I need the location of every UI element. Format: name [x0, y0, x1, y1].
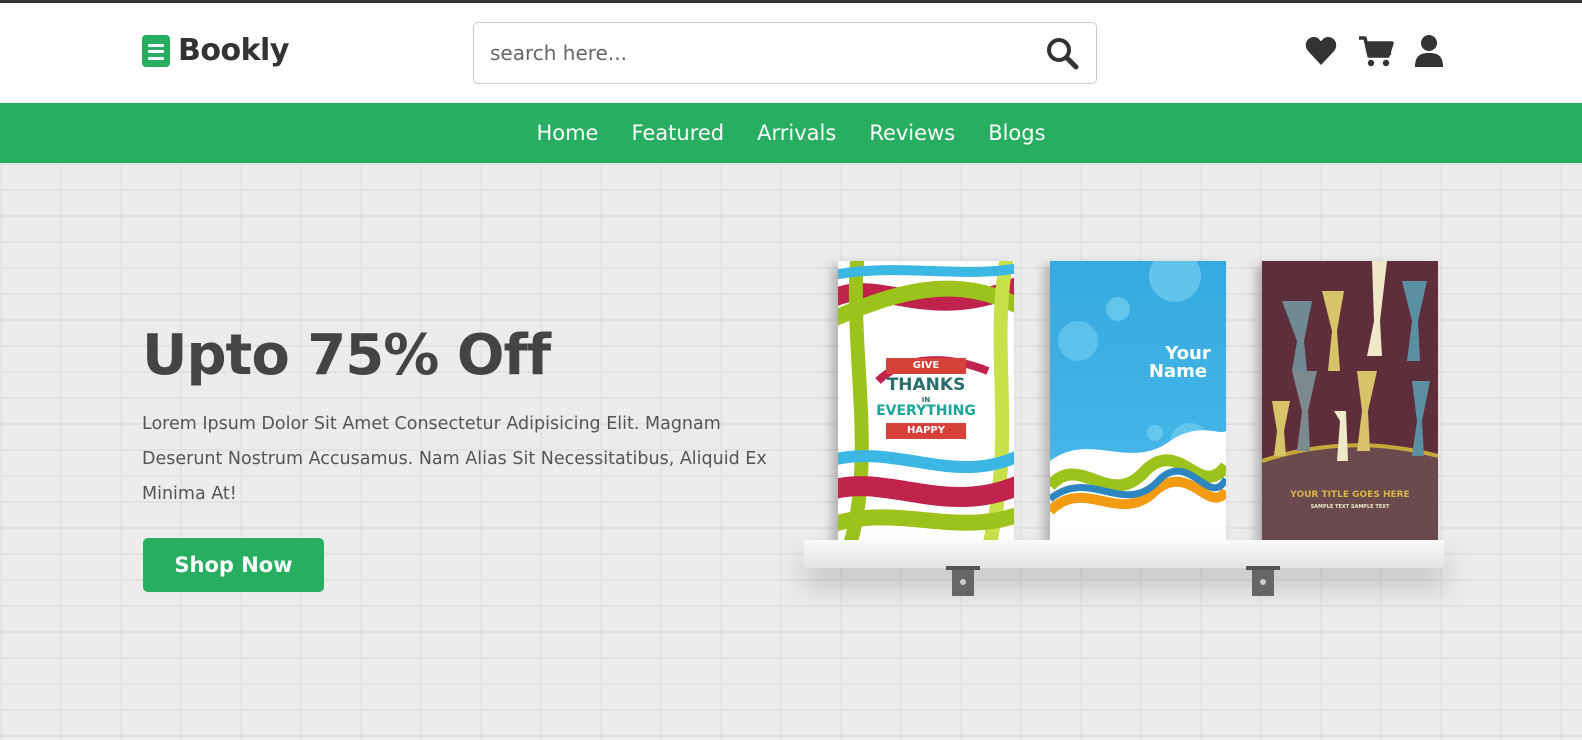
hero-section: Upto 75% Off Lorem Ipsum Dolor Sit Amet … — [0, 163, 1582, 740]
search-form — [473, 22, 1097, 84]
shelf-bracket-left — [946, 566, 980, 596]
hero-title: Upto 75% Off — [142, 323, 551, 388]
shelf-board — [804, 540, 1444, 568]
hero-description: Lorem Ipsum Dolor Sit Amet Consectetur A… — [142, 414, 767, 504]
book1-line4: EVERYTHING — [876, 403, 976, 419]
book-shelf: GIVE THANKS IN EVERYTHING HAPPY Your Nam… — [800, 258, 1450, 678]
shelf-bracket-right — [1246, 566, 1280, 596]
user-icon[interactable] — [1412, 34, 1446, 68]
brand-logo[interactable]: Bookly — [142, 33, 289, 68]
search-input[interactable] — [474, 23, 1034, 83]
book-cover-3[interactable]: YOUR TITLE GOES HERE SAMPLE TEXT SAMPLE … — [1262, 261, 1438, 541]
book-icon — [142, 34, 170, 67]
shop-now-button[interactable]: Shop Now — [143, 538, 324, 592]
nav-blogs[interactable]: Blogs — [988, 121, 1045, 145]
header-icons — [1304, 34, 1446, 68]
book2-line2: Name — [1148, 361, 1208, 382]
book-cover-1[interactable]: GIVE THANKS IN EVERYTHING HAPPY — [838, 261, 1014, 541]
brand-name: Bookly — [178, 33, 289, 68]
book1-line1: GIVE — [912, 360, 940, 371]
heart-icon[interactable] — [1304, 34, 1338, 68]
nav-home[interactable]: Home — [536, 121, 598, 145]
nav-reviews[interactable]: Reviews — [869, 121, 955, 145]
header: Bookly — [0, 3, 1582, 103]
book3-line1: YOUR TITLE GOES HERE — [1290, 490, 1410, 500]
nav-arrivals[interactable]: Arrivals — [757, 121, 836, 145]
nav-featured[interactable]: Featured — [631, 121, 724, 145]
book-cover-2[interactable]: Your Name — [1050, 261, 1226, 541]
book3-line2: SAMPLE TEXT SAMPLE TEXT — [1310, 504, 1390, 510]
book1-line2: THANKS — [886, 375, 966, 395]
main-navbar: Home Featured Arrivals Reviews Blogs — [0, 103, 1582, 163]
cart-icon[interactable] — [1358, 34, 1394, 68]
book1-line5: HAPPY — [906, 425, 945, 436]
search-icon[interactable] — [1044, 35, 1080, 71]
